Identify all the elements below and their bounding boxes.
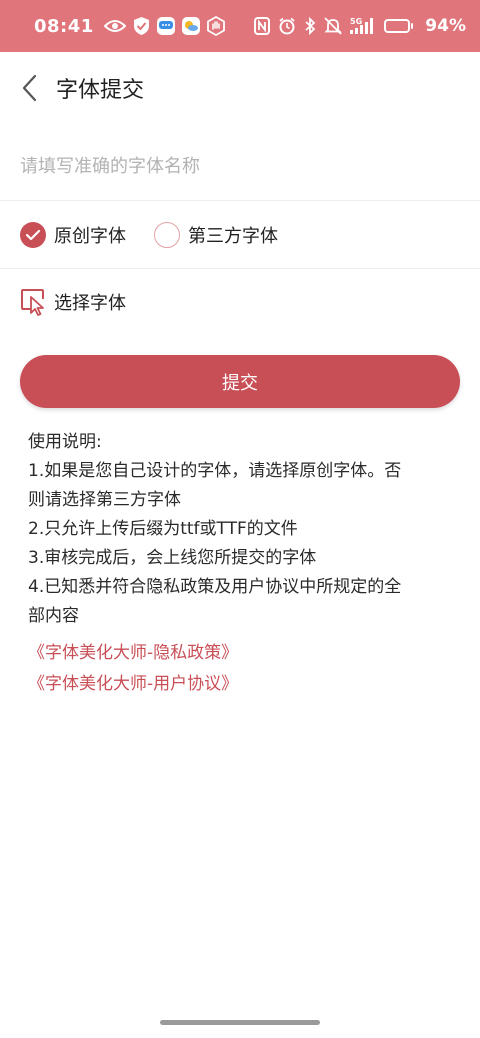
radio-original-font[interactable]: 原创字体 — [20, 222, 126, 248]
instruction-line: 1.如果是您自己设计的字体，请选择原创字体。否 — [28, 461, 402, 481]
status-notification-icons — [103, 16, 225, 36]
instruction-line: 3.审核完成后，会上线您所提交的字体 — [28, 548, 317, 568]
network-type-label: 5G — [350, 17, 362, 26]
radio-third-party-font[interactable]: 第三方字体 — [154, 222, 278, 248]
font-type-radio-group: 原创字体 第三方字体 — [20, 218, 306, 252]
alarm-icon — [278, 17, 296, 35]
instruction-line: 4.已知悉并符合隐私政策及用户协议中所规定的全 — [28, 577, 402, 597]
bluetooth-icon — [304, 17, 316, 35]
battery-icon — [384, 19, 414, 33]
font-name-input[interactable] — [20, 142, 460, 190]
choose-font-label: 选择字体 — [54, 293, 126, 314]
battery-percent: 94% — [425, 16, 466, 36]
instruction-line: 2.只允许上传后缀为ttf或TTF的文件 — [28, 519, 298, 539]
instruction-line: 则请选择第三方字体 — [28, 490, 181, 510]
weather-app-icon — [181, 17, 200, 35]
signal-icon: 5G — [350, 16, 376, 36]
mute-icon — [324, 17, 342, 35]
instructions-title: 使用说明: — [28, 432, 102, 452]
shield-check-icon — [133, 16, 150, 36]
app-header: 字体提交 — [0, 52, 480, 124]
chevron-left-icon — [22, 74, 37, 102]
cursor-select-icon — [21, 289, 44, 316]
radio-label: 原创字体 — [54, 226, 126, 247]
submit-button[interactable]: 提交 — [20, 355, 460, 408]
message-app-icon — [156, 17, 175, 35]
divider — [0, 268, 480, 269]
eye-icon — [103, 19, 126, 33]
back-button[interactable] — [4, 62, 56, 114]
radio-checked-icon — [20, 222, 46, 248]
user-agreement-link[interactable]: 《字体美化大师-用户协议》 — [28, 669, 448, 700]
divider — [0, 200, 480, 201]
page-title: 字体提交 — [56, 78, 145, 103]
radio-unchecked-icon — [154, 222, 180, 248]
privacy-policy-link[interactable]: 《字体美化大师-隐私政策》 — [28, 638, 448, 669]
policy-links: 《字体美化大师-隐私政策》 《字体美化大师-用户协议》 — [28, 638, 448, 700]
hand-icon — [206, 16, 225, 36]
instruction-line: 部内容 — [28, 606, 79, 626]
home-indicator[interactable] — [160, 1020, 320, 1025]
usage-instructions: 使用说明: 1.如果是您自己设计的字体，请选择原创字体。否 则请选择第三方字体 … — [28, 428, 448, 631]
status-bar: 08:41 5G 94% — [0, 0, 480, 52]
radio-label: 第三方字体 — [188, 226, 278, 247]
nfc-icon — [254, 17, 271, 35]
status-time: 08:41 — [34, 15, 94, 37]
status-system-icons: 5G 94% — [254, 16, 466, 36]
choose-font-button[interactable]: 选择字体 — [20, 286, 126, 318]
